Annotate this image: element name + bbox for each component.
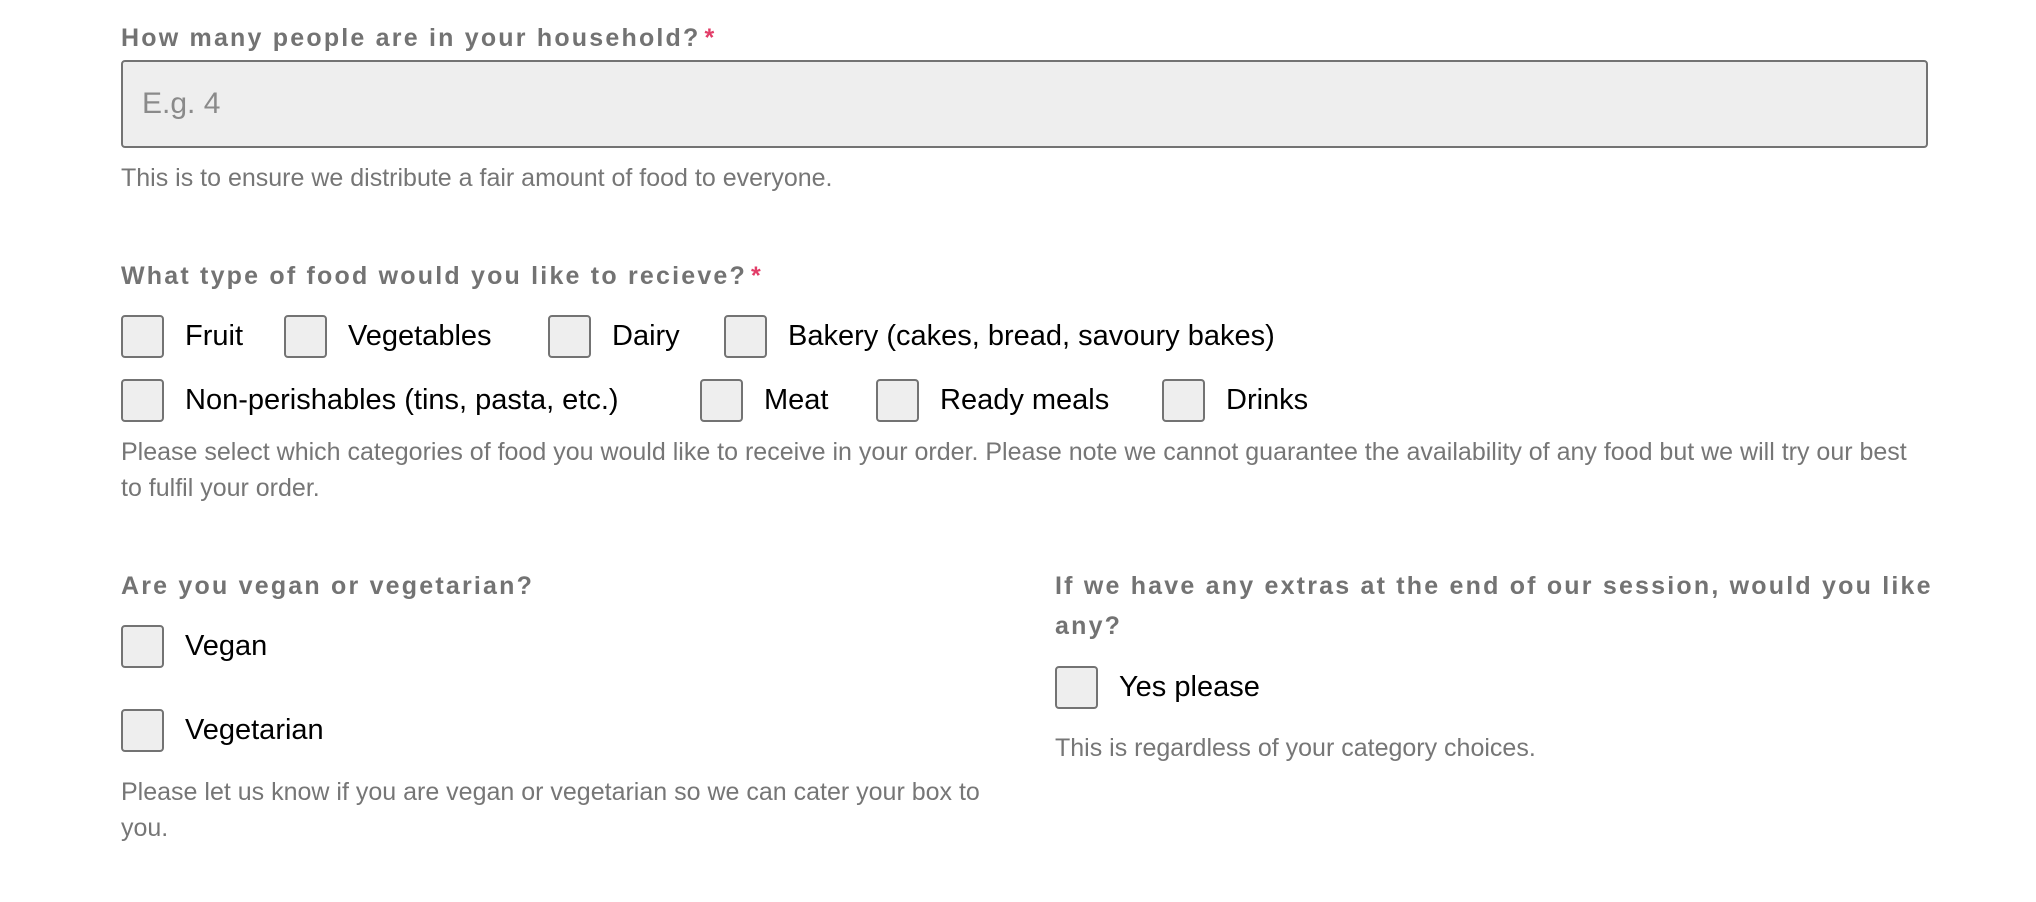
household-size-input[interactable] bbox=[121, 60, 1928, 148]
checkbox-label: Yes please bbox=[1119, 671, 1260, 703]
checkbox-label: Vegetables bbox=[348, 320, 492, 352]
checkbox-box[interactable] bbox=[876, 379, 919, 422]
diet-label: Are you vegan or vegetarian? bbox=[121, 572, 535, 600]
checkbox-box[interactable] bbox=[121, 625, 164, 668]
checkbox-box[interactable] bbox=[121, 315, 164, 358]
checkbox-vegetables[interactable]: Vegetables bbox=[284, 315, 492, 358]
checkbox-label: Non-perishables (tins, pasta, etc.) bbox=[185, 384, 619, 416]
checkbox-fruit[interactable]: Fruit bbox=[121, 315, 243, 358]
food-type-label-text: What type of food would you like to reci… bbox=[121, 262, 748, 290]
checkbox-label: Fruit bbox=[185, 320, 243, 352]
food-type-label: What type of food would you like to reci… bbox=[121, 256, 763, 296]
required-asterisk: * bbox=[704, 24, 717, 52]
checkbox-dairy[interactable]: Dairy bbox=[548, 315, 680, 358]
checkbox-box[interactable] bbox=[700, 379, 743, 422]
household-size-label-text: How many people are in your household? bbox=[121, 24, 701, 52]
checkbox-box[interactable] bbox=[1055, 666, 1098, 709]
household-size-label: How many people are in your household? * bbox=[121, 18, 716, 58]
checkbox-box[interactable] bbox=[1162, 379, 1205, 422]
checkbox-yes-please[interactable]: Yes please bbox=[1055, 666, 1260, 709]
checkbox-label: Vegan bbox=[185, 630, 268, 662]
checkbox-label: Meat bbox=[764, 384, 829, 416]
extras-helper: This is regardless of your category choi… bbox=[1055, 734, 1536, 762]
checkbox-box[interactable] bbox=[548, 315, 591, 358]
checkbox-label: Ready meals bbox=[940, 384, 1110, 416]
required-asterisk: * bbox=[751, 262, 763, 290]
checkbox-box[interactable] bbox=[724, 315, 767, 358]
extras-label: If we have any extras at the end of our … bbox=[1055, 572, 1933, 640]
checkbox-vegetarian[interactable]: Vegetarian bbox=[121, 709, 324, 752]
checkbox-meat[interactable]: Meat bbox=[700, 379, 828, 422]
checkbox-label: Vegetarian bbox=[185, 714, 324, 746]
household-size-helper: This is to ensure we distribute a fair a… bbox=[121, 164, 833, 192]
checkbox-vegan[interactable]: Vegan bbox=[121, 625, 267, 668]
checkbox-box[interactable] bbox=[121, 709, 164, 752]
checkbox-ready-meals[interactable]: Ready meals bbox=[876, 379, 1109, 422]
checkbox-non-perishables[interactable]: Non-perishables (tins, pasta, etc.) bbox=[121, 379, 619, 422]
checkbox-box[interactable] bbox=[121, 379, 164, 422]
checkbox-box[interactable] bbox=[284, 315, 327, 358]
checkbox-label: Dairy bbox=[612, 320, 680, 352]
checkbox-label: Bakery (cakes, bread, savoury bakes) bbox=[788, 320, 1275, 352]
diet-helper: Please let us know if you are vegan or v… bbox=[121, 778, 980, 842]
food-type-helper: Please select which categories of food y… bbox=[121, 438, 1907, 502]
checkbox-drinks[interactable]: Drinks bbox=[1162, 379, 1308, 422]
checkbox-bakery[interactable]: Bakery (cakes, bread, savoury bakes) bbox=[724, 315, 1275, 358]
checkbox-label: Drinks bbox=[1226, 384, 1309, 416]
